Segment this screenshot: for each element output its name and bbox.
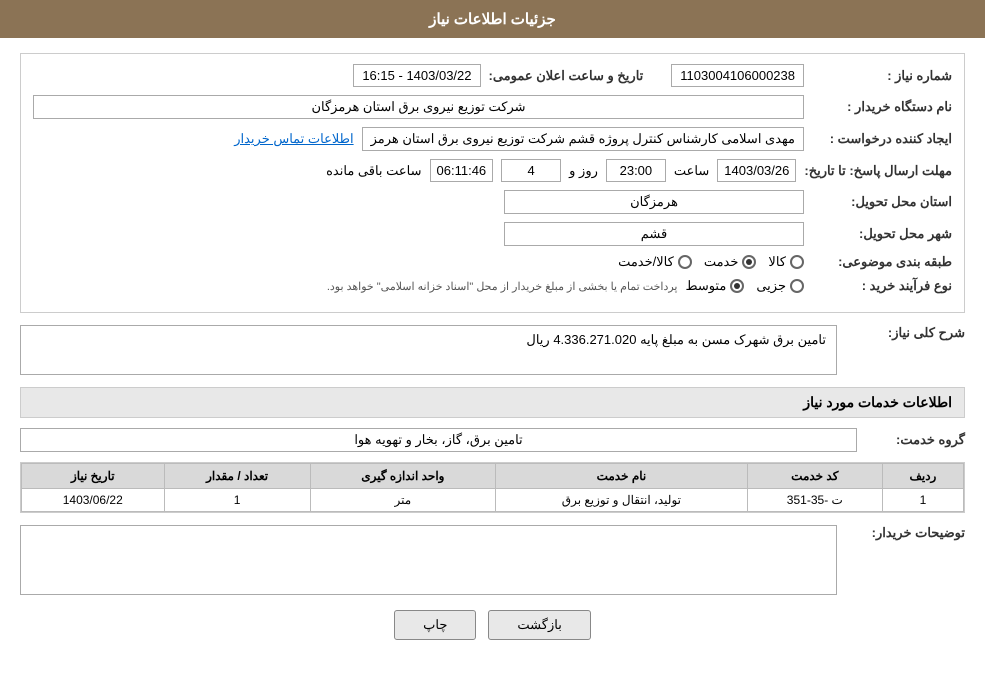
sharh-row: شرح کلی نیاز: تامین برق شهرک مسن به مبلغ… (20, 325, 965, 375)
tarikh-label: تاریخ و ساعت اعلان عمومی: (489, 68, 644, 84)
tabaqe-label: طبقه بندی موضوعی: (812, 254, 952, 270)
cell-tedad: 1 (164, 489, 310, 512)
cell-vahed: متر (310, 489, 495, 512)
mohlat-label: مهلت ارسال پاسخ: تا تاریخ: (804, 163, 952, 179)
tabaqe-options: کالا خدمت کالا/خدمت (618, 254, 804, 270)
tabaqe-row: طبقه بندی موضوعی: کالا خدمت کالا/خدمت (33, 254, 952, 270)
mohlat-saat-label: ساعت (674, 163, 709, 179)
cell-code: ت -35-351 (747, 489, 882, 512)
tarikh-value: 1403/03/22 - 16:15 (353, 64, 480, 87)
khadamat-table: ردیف کد خدمت نام خدمت واحد اندازه گیری ت… (21, 463, 964, 512)
tabaqe-kala: کالا (768, 254, 804, 270)
farayand-jozii: جزیی (756, 278, 804, 294)
gorohe-value: تامین برق، گاز، بخار و تهویه هوا (20, 428, 857, 452)
ijad-konande-value: مهدی اسلامی کارشناس کنترل پروژه قشم شرکت… (362, 127, 804, 151)
shomare-row: شماره نیاز : 1103004106000238 تاریخ و سا… (33, 64, 952, 87)
shahr-label: شهر محل تحویل: (812, 226, 952, 242)
sharh-label: شرح کلی نیاز: (845, 325, 965, 341)
print-button[interactable]: چاپ (394, 610, 476, 640)
col-code: کد خدمت (747, 464, 882, 489)
tozihat-textarea[interactable] (20, 525, 837, 595)
mohlat-saat: 23:00 (606, 159, 666, 182)
farayand-jozii-radio (790, 279, 804, 293)
mohlat-baqi: 06:11:46 (430, 159, 494, 182)
tabaqe-khadamat-label: خدمت (704, 254, 739, 270)
tabaqe-kala-khadamat-label: کالا/خدمت (618, 254, 674, 270)
page-header: جزئیات اطلاعات نیاز (0, 0, 985, 38)
farayand-jozii-label: جزیی (756, 278, 786, 294)
ijad-konande-label: ایجاد کننده درخواست : (812, 131, 952, 147)
tabaqe-khadamat: خدمت (704, 254, 757, 270)
tabaqe-kala-label: کالا (768, 254, 786, 270)
button-row: بازگشت چاپ (20, 610, 965, 640)
col-radif: ردیف (882, 464, 963, 489)
nam-dastgah-value: شرکت توزیع نیروی برق استان هرمزگان (33, 95, 804, 119)
nam-dastgah-row: نام دستگاه خریدار : شرکت توزیع نیروی برق… (33, 95, 952, 119)
ijad-konande-row: ایجاد کننده درخواست : مهدی اسلامی کارشنا… (33, 127, 952, 151)
farayand-motevaset-label: متوسط (685, 278, 726, 294)
nooe-farayand-options: جزیی متوسط (685, 278, 804, 294)
mohlat-row: مهلت ارسال پاسخ: تا تاریخ: 1403/03/26 سا… (33, 159, 952, 182)
page-title: جزئیات اطلاعات نیاز (429, 11, 556, 28)
nooe-farayand-row: نوع فرآیند خرید : جزیی متوسط پرداخت تمام… (33, 278, 952, 294)
shomare-niaz-value: 1103004106000238 (671, 64, 804, 87)
mohlat-roz: 4 (501, 159, 561, 182)
ostan-label: استان محل تحویل: (812, 194, 952, 210)
tabaqe-khadamat-radio (742, 255, 756, 269)
tabaqe-kala-khadamat: کالا/خدمت (618, 254, 692, 270)
khadamat-section-title: اطلاعات خدمات مورد نیاز (20, 387, 965, 418)
nam-dastgah-label: نام دستگاه خریدار : (812, 99, 952, 115)
col-tedad: تعداد / مقدار (164, 464, 310, 489)
farayand-motevaset-radio (730, 279, 744, 293)
mohlat-roz-label: روز و (569, 163, 598, 179)
table-row: 1ت -35-351تولید، انتقال و توزیع برقمتر11… (22, 489, 964, 512)
shahr-row: شهر محل تحویل: قشم (33, 222, 952, 246)
farayand-motevaset: متوسط (685, 278, 744, 294)
col-tarikh: تاریخ نیاز (22, 464, 165, 489)
shahr-value: قشم (504, 222, 804, 246)
col-name: نام خدمت (496, 464, 748, 489)
ostan-row: استان محل تحویل: هرمزگان (33, 190, 952, 214)
shomare-niaz-label: شماره نیاز : (812, 68, 952, 84)
ijad-konande-link[interactable]: اطلاعات تماس خریدار (234, 131, 353, 147)
tozihat-row: توضیحات خریدار: (20, 525, 965, 595)
nooe-farayand-label: نوع فرآیند خرید : (812, 278, 952, 294)
sharh-value: تامین برق شهرک مسن به مبلغ پایه 4.336.27… (20, 325, 837, 375)
cell-radif: 1 (882, 489, 963, 512)
gorohe-row: گروه خدمت: تامین برق، گاز، بخار و تهویه … (20, 428, 965, 452)
mohlat-baqi-label: ساعت باقی مانده (326, 163, 421, 179)
mohlat-date: 1403/03/26 (717, 159, 796, 182)
tozihat-label: توضیحات خریدار: (845, 525, 965, 541)
cell-name: تولید، انتقال و توزیع برق (496, 489, 748, 512)
tabaqe-kala-khadamat-radio (678, 255, 692, 269)
gorohe-label: گروه خدمت: (865, 432, 965, 448)
back-button[interactable]: بازگشت (488, 610, 590, 640)
nooe-farayand-note: پرداخت تمام یا بخشی از مبلغ خریدار از مح… (327, 280, 678, 293)
cell-tarikh: 1403/06/22 (22, 489, 165, 512)
col-vahed: واحد اندازه گیری (310, 464, 495, 489)
khadamat-table-container: ردیف کد خدمت نام خدمت واحد اندازه گیری ت… (20, 462, 965, 513)
ostan-value: هرمزگان (504, 190, 804, 214)
main-info-section: شماره نیاز : 1103004106000238 تاریخ و سا… (20, 53, 965, 313)
tabaqe-kala-radio (790, 255, 804, 269)
